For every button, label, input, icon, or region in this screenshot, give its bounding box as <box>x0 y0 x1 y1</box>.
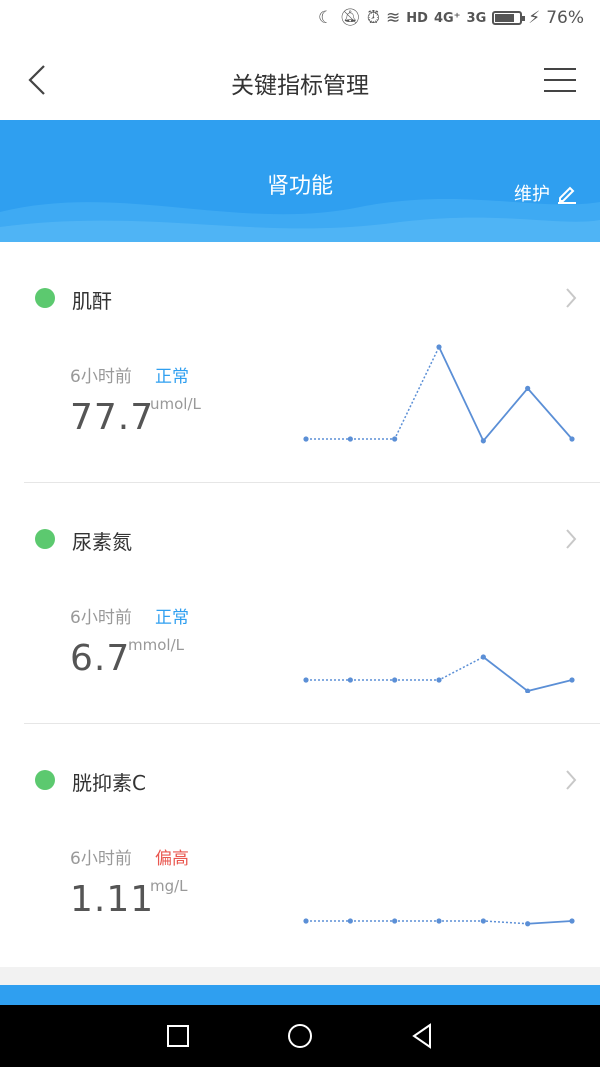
indicator-unit: umol/L <box>150 395 201 413</box>
indicator-name: 肌酐 <box>72 289 112 313</box>
charging-icon: ⚡ <box>528 8 541 28</box>
indicator-value: 1.11 <box>70 879 155 920</box>
chevron-right-icon <box>566 288 577 308</box>
indicator-status: 正常 <box>155 367 189 387</box>
mute-bell-icon: 🔕︎ <box>339 8 361 28</box>
status-dot <box>35 529 55 549</box>
recent-apps-button[interactable] <box>163 1021 193 1051</box>
trend-point <box>303 677 309 683</box>
edit-icon <box>558 186 576 204</box>
status-bar: ☾ 🔕︎ ⏰︎ ≋ HD 4G⁺ 3G ⚡ 76% <box>0 0 600 40</box>
trend-point <box>480 438 486 444</box>
indicator-status: 正常 <box>155 608 189 628</box>
indicator-list: 肌酐 6小时前 正常 77.7 umol/L 尿素氮 6小时前 正常 6.7 m… <box>0 242 600 967</box>
next-section-banner <box>0 985 600 1005</box>
status-dot <box>35 288 55 308</box>
trend-point <box>436 918 442 924</box>
battery-icon <box>492 11 526 25</box>
alarm-icon: ⏰︎ <box>366 8 381 28</box>
trend-point <box>525 921 531 927</box>
indicator-time: 6小时前 <box>70 367 132 387</box>
indicator-status: 偏高 <box>155 849 189 869</box>
indicator-time: 6小时前 <box>70 849 132 869</box>
indicator-unit: mmol/L <box>128 636 184 654</box>
trend-point <box>392 436 398 442</box>
trend-line-dotted <box>306 920 528 925</box>
trend-point <box>392 677 398 683</box>
trend-point <box>480 654 486 660</box>
status-dot <box>35 770 55 790</box>
trend-line-dotted <box>306 656 484 681</box>
indicator-time: 6小时前 <box>70 608 132 628</box>
trend-point <box>480 918 486 924</box>
trend-point <box>569 677 575 683</box>
network-hd: HD <box>406 10 428 26</box>
trend-point <box>303 918 309 924</box>
home-button[interactable] <box>285 1021 315 1051</box>
trend-sparkline <box>303 654 575 693</box>
indicator-card[interactable]: 尿素氮 6小时前 正常 6.7 mmol/L <box>0 483 600 724</box>
trend-line <box>527 920 573 925</box>
trend-point <box>303 436 309 442</box>
status-icons: ☾ 🔕︎ ⏰︎ ≋ HD 4G⁺ 3G ⚡ 76% <box>318 8 584 28</box>
trend-line <box>482 656 573 693</box>
wifi-icon: ≋ <box>386 8 401 28</box>
trend-line-dotted <box>306 346 440 440</box>
trend-sparkline <box>303 918 575 927</box>
maintain-label: 维护 <box>514 184 550 205</box>
indicator-unit: mg/L <box>150 877 188 895</box>
nav-bar: 关键指标管理 <box>0 40 600 120</box>
network-4g: 4G⁺ <box>433 10 461 26</box>
trend-point <box>569 436 575 442</box>
trend-point <box>347 436 353 442</box>
system-nav-bar <box>0 1005 600 1067</box>
moon-icon: ☾ <box>317 8 334 28</box>
trend-point <box>347 918 353 924</box>
category-title: 肾功能 <box>266 174 333 199</box>
maintain-button[interactable]: 维护 <box>514 180 578 206</box>
chevron-right-icon <box>566 770 577 790</box>
network-3g: 3G <box>466 10 487 26</box>
indicator-card[interactable]: 肌酐 6小时前 正常 77.7 umol/L <box>0 242 600 483</box>
trend-line <box>438 346 573 443</box>
trend-point <box>392 918 398 924</box>
battery-percent: 76% <box>546 8 584 28</box>
trend-point <box>569 918 575 924</box>
trend-sparkline <box>303 344 575 444</box>
trend-point <box>436 344 442 350</box>
indicator-name: 尿素氮 <box>72 530 132 554</box>
indicator-name: 胱抑素C <box>72 771 146 795</box>
category-banner: 肾功能 维护 <box>0 120 600 242</box>
page-title: 关键指标管理 <box>231 73 369 99</box>
indicator-value: 77.7 <box>70 397 155 438</box>
trend-point <box>347 677 353 683</box>
list-footer-gap <box>0 967 600 985</box>
trend-point <box>436 677 442 683</box>
menu-icon[interactable] <box>544 68 576 94</box>
chevron-right-icon <box>566 529 577 549</box>
indicator-card[interactable]: 胱抑素C 6小时前 偏高 1.11 mg/L <box>0 724 600 965</box>
system-back-button[interactable] <box>407 1021 437 1051</box>
trend-point <box>525 385 531 391</box>
indicator-value: 6.7 <box>70 638 131 679</box>
